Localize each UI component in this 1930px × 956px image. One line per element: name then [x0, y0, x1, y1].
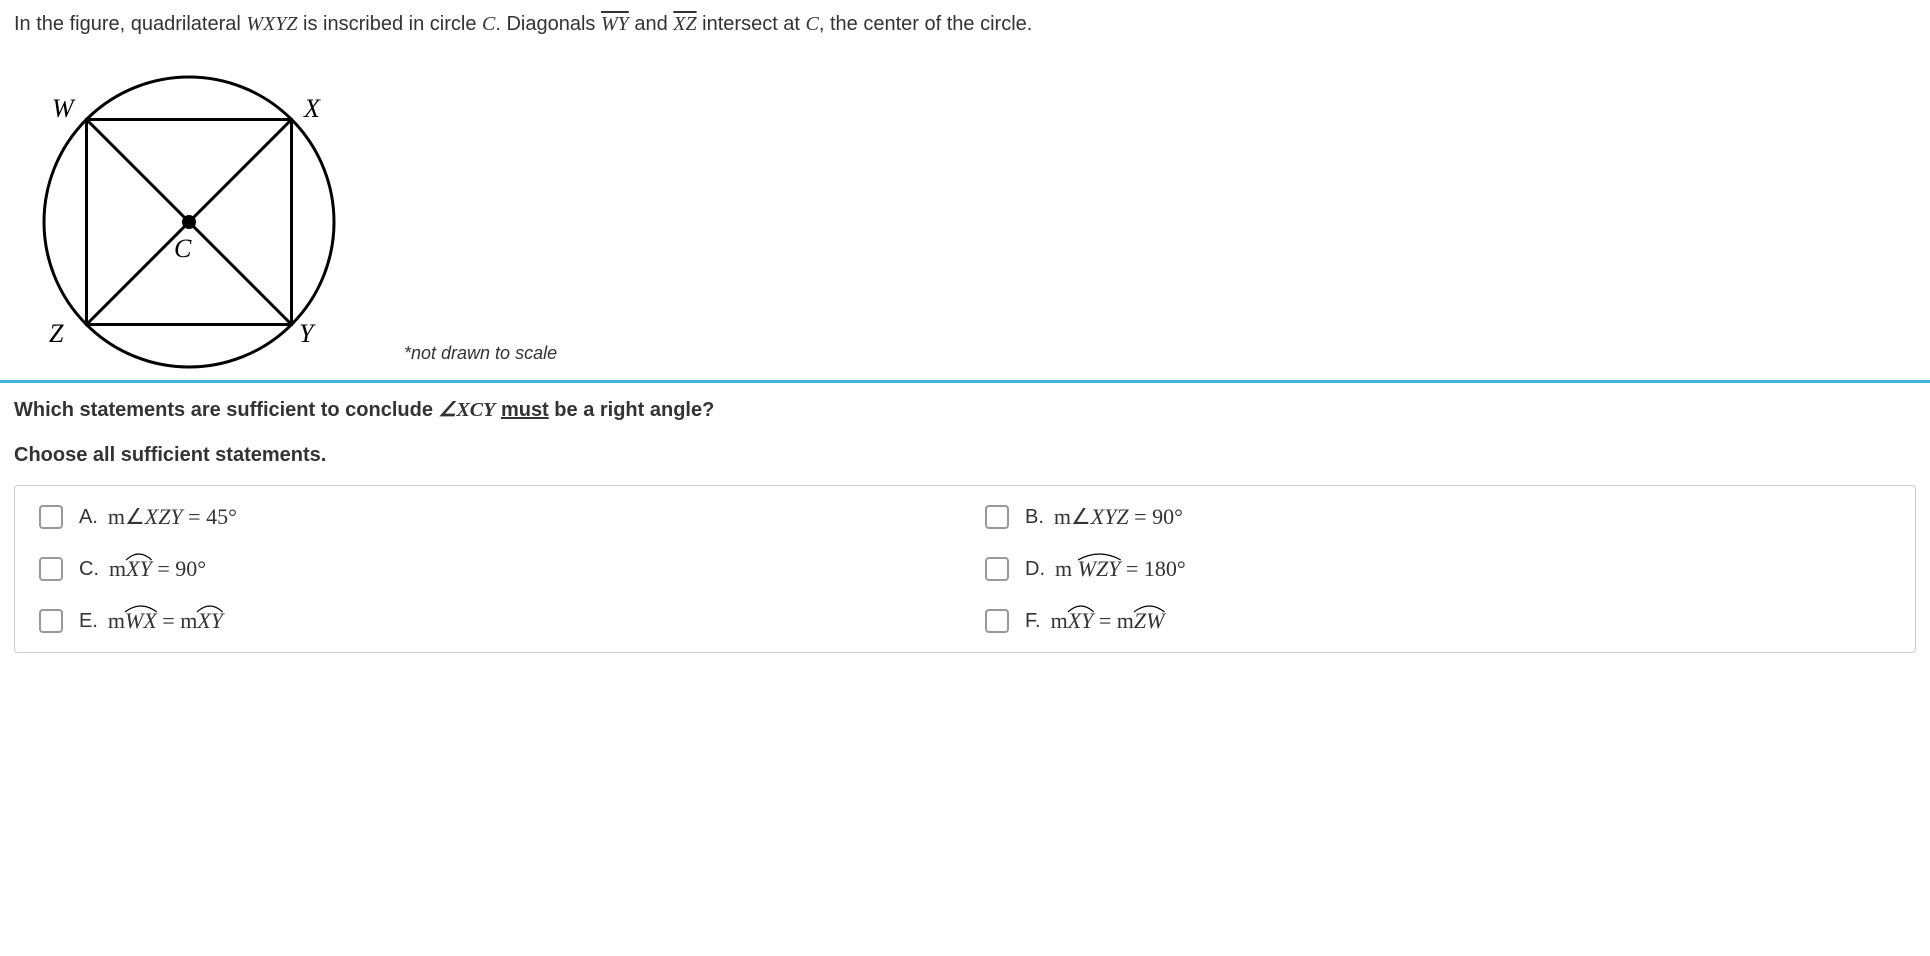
option-b-letter: B. — [1025, 506, 1044, 529]
intro-diag1: WY — [601, 13, 629, 35]
option-e-mid: = m — [157, 608, 198, 633]
option-e-prefix-l: m — [108, 608, 125, 633]
q-prefix: Which statements are sufficient to concl… — [14, 399, 439, 421]
intro-and: and — [629, 13, 673, 35]
option-d-label: D. m WZY = 180° — [1025, 556, 1186, 582]
option-a-var: XZY — [145, 504, 183, 529]
checkbox-a[interactable] — [39, 505, 63, 529]
q-angle: XCY — [456, 399, 495, 421]
inst-prefix: Choose — [14, 444, 93, 466]
scale-note: *not drawn to scale — [404, 343, 557, 372]
option-a-eq: = 45° — [183, 504, 237, 529]
checkbox-d[interactable] — [985, 557, 1009, 581]
option-d-arc: WZY — [1078, 556, 1121, 582]
label-c: C — [174, 234, 192, 263]
option-b-prefix: m∠ — [1054, 504, 1091, 529]
option-e-arc-r: XY — [197, 608, 223, 634]
option-f-mid: = m — [1093, 608, 1134, 633]
intro-circle: C — [482, 13, 495, 35]
q-must: must — [501, 399, 549, 421]
option-d-letter: D. — [1025, 558, 1045, 581]
option-d-prefix: m — [1055, 556, 1078, 581]
intro-text-1: In the figure, quadrilateral — [14, 13, 246, 35]
options-container: A. m∠XZY = 45° B. m∠XYZ = 90° C. mXY = 9… — [14, 485, 1916, 653]
label-x: X — [303, 94, 321, 123]
option-f-prefix-l: m — [1051, 608, 1068, 633]
center-point — [182, 215, 196, 229]
option-c-eq: = 90° — [152, 556, 206, 581]
option-f-letter: F. — [1025, 610, 1041, 633]
option-b: B. m∠XYZ = 90° — [985, 504, 1891, 530]
intro-diag2: XZ — [673, 13, 696, 35]
option-e-label: E. mWX = mXY — [79, 608, 223, 634]
intro-text-5: , the center of the circle. — [819, 13, 1032, 35]
intro-center: C — [806, 13, 819, 35]
option-a: A. m∠XZY = 45° — [39, 504, 945, 530]
option-e-arc-l: WX — [125, 608, 157, 634]
option-d-eq: = 180° — [1120, 556, 1185, 581]
option-c-letter: C. — [79, 558, 99, 581]
option-b-var: XYZ — [1091, 504, 1129, 529]
option-a-label: A. m∠XZY = 45° — [79, 504, 237, 530]
inst-suffix: sufficient statements. — [115, 444, 326, 466]
option-f: F. mXY = mZW — [985, 608, 1891, 634]
checkbox-b[interactable] — [985, 505, 1009, 529]
option-c: C. mXY = 90° — [39, 556, 945, 582]
option-c-label: C. mXY = 90° — [79, 556, 206, 582]
option-f-arc-l: XY — [1068, 608, 1094, 634]
option-d: D. m WZY = 180° — [985, 556, 1891, 582]
option-c-prefix: m — [109, 556, 126, 581]
checkbox-e[interactable] — [39, 609, 63, 633]
checkbox-c[interactable] — [39, 557, 63, 581]
option-b-label: B. m∠XYZ = 90° — [1025, 504, 1183, 530]
intro-text-3: . Diagonals — [495, 13, 601, 35]
question-prompt: Which statements are sufficient to concl… — [14, 397, 1916, 422]
intro-text-4: intersect at — [697, 13, 806, 35]
label-z: Z — [49, 319, 64, 348]
intro-quad: WXYZ — [246, 13, 297, 35]
label-y: Y — [299, 319, 316, 348]
q-suffix: be a right angle? — [549, 399, 715, 421]
intro-text-2: is inscribed in circle — [298, 13, 483, 35]
option-e: E. mWX = mXY — [39, 608, 945, 634]
option-c-arc: XY — [126, 556, 152, 582]
option-e-letter: E. — [79, 610, 98, 633]
option-a-letter: A. — [79, 506, 98, 529]
geometry-figure: W X Y Z C — [14, 42, 364, 372]
q-angle-sym: ∠ — [439, 399, 457, 421]
checkbox-f[interactable] — [985, 609, 1009, 633]
option-a-prefix: m∠ — [108, 504, 145, 529]
inst-all: all — [93, 444, 115, 466]
option-f-label: F. mXY = mZW — [1025, 608, 1164, 634]
figure-svg: W X Y Z C — [14, 42, 364, 372]
instruction-text: Choose all sufficient statements. — [14, 444, 1916, 467]
problem-intro: In the figure, quadrilateral WXYZ is ins… — [14, 10, 1916, 38]
option-b-eq: = 90° — [1129, 504, 1183, 529]
label-w: W — [52, 94, 76, 123]
option-f-arc-r: ZW — [1134, 608, 1165, 634]
